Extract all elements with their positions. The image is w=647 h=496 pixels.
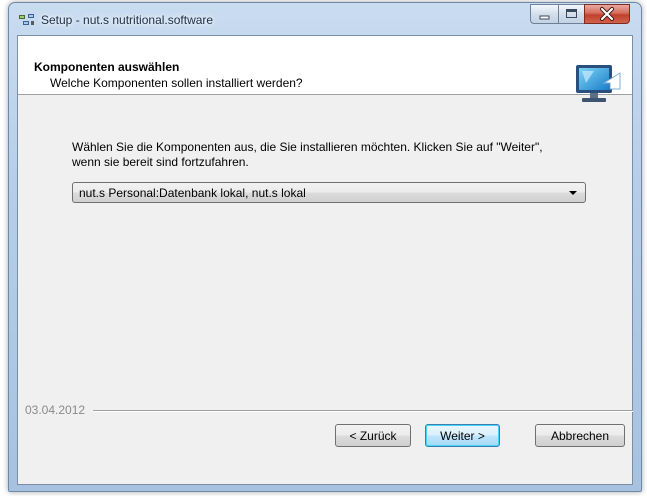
maximize-button[interactable] xyxy=(558,4,584,24)
minimize-button[interactable] xyxy=(530,4,558,24)
cancel-button[interactable]: Abbrechen xyxy=(535,424,625,447)
setup-app-icon xyxy=(19,14,34,25)
minimize-icon xyxy=(539,15,550,20)
back-button[interactable]: < Zurück xyxy=(335,424,411,447)
wizard-client-area: Komponenten auswählen Welche Komponenten… xyxy=(17,35,633,485)
components-dropdown-value: nut.s Personal:Datenbank lokal, nut.s lo… xyxy=(79,186,306,200)
setup-window: Setup - nut.s nutritional.software Kompo… xyxy=(8,2,642,492)
page-subtitle: Welche Komponenten sollen installiert we… xyxy=(50,76,303,90)
instruction-text: Wählen Sie die Komponenten aus, die Sie … xyxy=(72,140,543,169)
page-title: Komponenten auswählen xyxy=(34,60,180,74)
close-icon xyxy=(600,7,614,21)
computer-install-arrow-icon xyxy=(576,65,621,102)
footer-divider xyxy=(93,410,633,412)
maximize-icon xyxy=(566,9,577,18)
window-title: Setup - nut.s nutritional.software xyxy=(41,13,214,27)
wizard-header: Komponenten auswählen Welche Komponenten… xyxy=(18,36,632,95)
build-date-label: 03.04.2012 xyxy=(25,403,86,417)
next-button[interactable]: Weiter > xyxy=(425,424,500,447)
chevron-down-icon xyxy=(569,191,577,195)
close-button[interactable] xyxy=(584,4,630,24)
components-dropdown[interactable]: nut.s Personal:Datenbank lokal, nut.s lo… xyxy=(72,182,586,203)
title-bar[interactable]: Setup - nut.s nutritional.software xyxy=(9,3,641,35)
